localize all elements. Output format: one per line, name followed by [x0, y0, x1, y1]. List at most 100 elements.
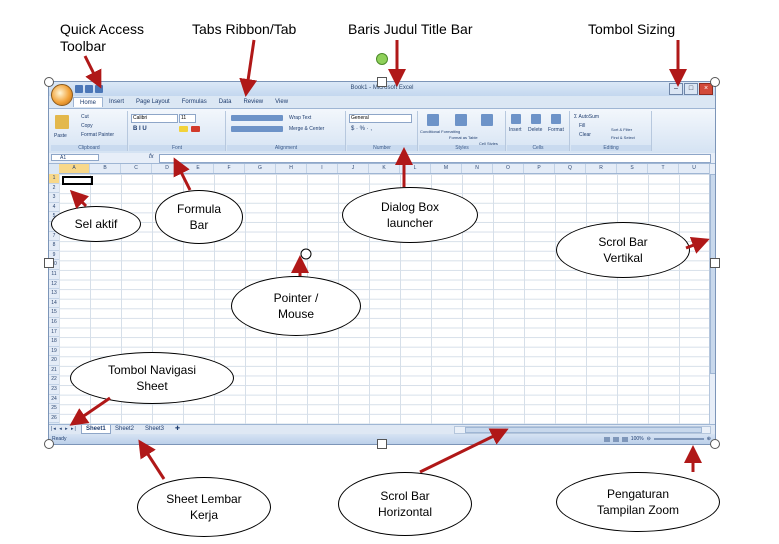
column-header-j[interactable]: J: [338, 164, 369, 173]
fx-icon[interactable]: fx: [149, 154, 154, 160]
row-header-16[interactable]: 16: [49, 317, 59, 328]
row-header-17[interactable]: 17: [49, 327, 59, 338]
active-cell[interactable]: [62, 176, 93, 185]
format-as-table-label[interactable]: Format as Table: [449, 135, 478, 140]
clear-button[interactable]: Clear: [579, 132, 591, 138]
insert-sheet-icon[interactable]: ✚: [171, 425, 184, 433]
fill-button[interactable]: Fill: [579, 123, 585, 129]
page-break-view-icon[interactable]: [621, 436, 628, 442]
column-header-o[interactable]: O: [493, 164, 524, 173]
maximize-button[interactable]: □: [684, 83, 698, 95]
formula-input[interactable]: [159, 154, 711, 163]
page-layout-view-icon[interactable]: [612, 436, 619, 442]
column-header-l[interactable]: L: [400, 164, 431, 173]
row-header-22[interactable]: 22: [49, 375, 59, 386]
column-header-u[interactable]: U: [679, 164, 710, 173]
row-header-13[interactable]: 13: [49, 289, 59, 299]
row-header-8[interactable]: 8: [49, 241, 59, 251]
align-icons-2[interactable]: [231, 126, 283, 132]
normal-view-icon[interactable]: [603, 436, 610, 442]
font-size-box[interactable]: 11: [179, 114, 196, 123]
format-cells-icon[interactable]: [551, 114, 561, 124]
column-header-a[interactable]: A: [59, 164, 90, 173]
row-header-21[interactable]: 21: [49, 365, 59, 376]
copy-button[interactable]: Copy: [81, 123, 93, 129]
row-header-12[interactable]: 12: [49, 279, 59, 290]
name-box[interactable]: A1: [51, 154, 99, 161]
format-as-table-icon[interactable]: [455, 114, 467, 126]
row-header-18[interactable]: 18: [49, 337, 59, 347]
insert-label[interactable]: Insert: [509, 127, 522, 133]
cut-button[interactable]: Cut: [81, 114, 89, 120]
tab-home[interactable]: Home: [73, 97, 104, 107]
tab-data[interactable]: Data: [213, 97, 238, 107]
column-header-e[interactable]: E: [183, 164, 214, 173]
paste-icon[interactable]: [55, 115, 69, 129]
row-header-20[interactable]: 20: [49, 356, 59, 366]
column-header-b[interactable]: B: [90, 164, 121, 173]
font-color-icon[interactable]: [191, 126, 200, 132]
format-painter-button[interactable]: Format Painter: [81, 132, 114, 138]
vertical-scroll-thumb[interactable]: [710, 174, 715, 374]
conditional-formatting-icon[interactable]: [427, 114, 439, 126]
format-label[interactable]: Format: [548, 127, 564, 133]
column-header-p[interactable]: P: [524, 164, 555, 173]
find-select-button[interactable]: Find & Select: [611, 135, 635, 140]
number-buttons[interactable]: $ · % · ,: [351, 126, 372, 132]
sheet-tab-1[interactable]: Sheet1: [81, 425, 111, 434]
column-header-m[interactable]: M: [431, 164, 462, 173]
align-icons[interactable]: [231, 115, 283, 121]
tab-insert[interactable]: Insert: [103, 97, 130, 107]
delete-cells-icon[interactable]: [531, 114, 541, 124]
row-header-2[interactable]: 2: [49, 183, 59, 194]
row-header-24[interactable]: 24: [49, 394, 59, 405]
cell-styles-icon[interactable]: [481, 114, 493, 126]
column-header-f[interactable]: F: [214, 164, 245, 173]
zoom-slider[interactable]: [653, 438, 704, 440]
column-header-n[interactable]: N: [462, 164, 493, 173]
sheet-tab-2[interactable]: Sheet2: [111, 425, 138, 433]
font-style-buttons[interactable]: B I U: [133, 126, 147, 132]
vertical-scrollbar[interactable]: [709, 164, 715, 424]
tab-view[interactable]: View: [269, 97, 294, 107]
column-header-r[interactable]: R: [586, 164, 617, 173]
sheet-navigation-buttons[interactable]: |◂ ◂ ▸ ▸|: [51, 426, 77, 432]
sheet-tab-3[interactable]: Sheet3: [141, 425, 168, 433]
tab-page-layout[interactable]: Page Layout: [130, 97, 176, 107]
zoom-out-icon[interactable]: ⊖: [647, 436, 651, 442]
row-header-4[interactable]: 4: [49, 202, 59, 213]
insert-cells-icon[interactable]: [511, 114, 521, 124]
row-header-11[interactable]: 11: [49, 269, 59, 280]
fill-color-icon[interactable]: [179, 126, 188, 132]
column-header-q[interactable]: Q: [555, 164, 586, 173]
column-header-t[interactable]: T: [648, 164, 679, 173]
font-name-box[interactable]: Calibri: [131, 114, 178, 123]
row-header-15[interactable]: 15: [49, 308, 59, 318]
autosum-button[interactable]: Σ AutoSum: [574, 114, 599, 120]
tab-review[interactable]: Review: [237, 97, 269, 107]
delete-label[interactable]: Delete: [528, 127, 542, 133]
column-header-k[interactable]: K: [369, 164, 400, 173]
merge-center-button[interactable]: Merge & Center: [289, 126, 324, 132]
row-header-26[interactable]: 26: [49, 413, 59, 424]
row-header-19[interactable]: 19: [49, 346, 59, 357]
row-header-1[interactable]: 1: [49, 174, 59, 184]
tab-formulas[interactable]: Formulas: [176, 97, 213, 107]
row-header-3[interactable]: 3: [49, 193, 59, 203]
row-header-23[interactable]: 23: [49, 385, 59, 395]
paste-label[interactable]: Paste: [54, 133, 67, 139]
sort-filter-button[interactable]: Sort & Filter: [611, 127, 632, 132]
conditional-formatting-label[interactable]: Conditional Formatting: [420, 129, 460, 134]
column-header-d[interactable]: D: [152, 164, 183, 173]
row-header-14[interactable]: 14: [49, 298, 59, 309]
column-header-h[interactable]: H: [276, 164, 307, 173]
column-header-g[interactable]: G: [245, 164, 276, 173]
number-format-box[interactable]: General: [349, 114, 412, 123]
row-header-25[interactable]: 25: [49, 404, 59, 414]
column-header-c[interactable]: C: [121, 164, 152, 173]
minimize-button[interactable]: –: [669, 83, 683, 95]
column-header-s[interactable]: S: [617, 164, 648, 173]
column-header-i[interactable]: I: [307, 164, 338, 173]
office-button[interactable]: [51, 84, 73, 106]
horizontal-scrollbar[interactable]: [454, 426, 711, 434]
